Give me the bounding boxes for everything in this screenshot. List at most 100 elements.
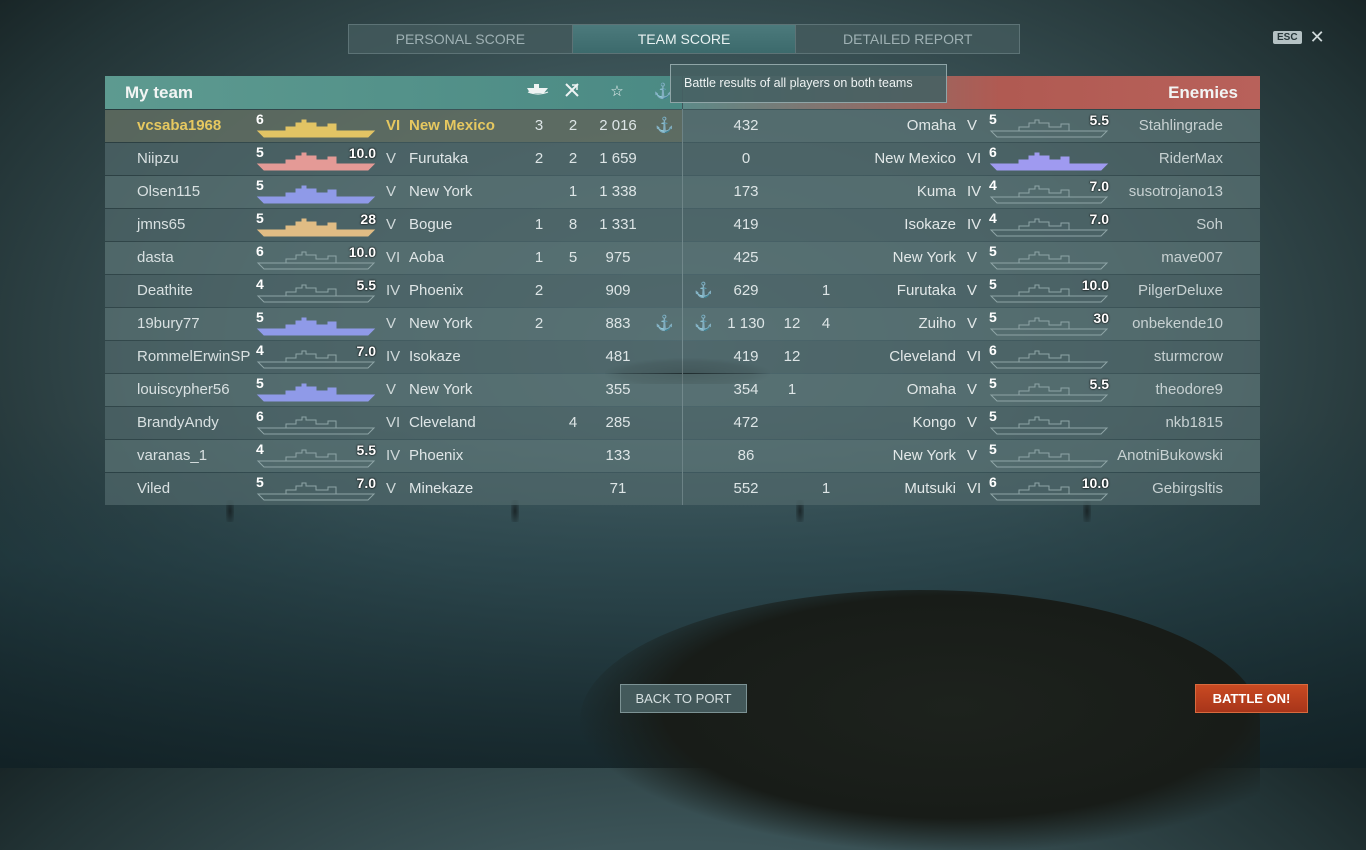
ships-destroyed [806,110,846,142]
ship-silhouette: 5 [256,375,378,404]
player-name[interactable]: PilgerDeluxe [1138,275,1223,307]
ship-power: 28 [360,211,376,227]
ship-tier: V [386,216,397,233]
player-name[interactable]: RommelErwinSP [137,341,250,373]
ship-tier: V [386,381,397,398]
anchor-icon: ⚓ [694,282,713,299]
back-to-port-button[interactable]: BACK TO PORT [620,684,747,713]
ships-destroyed [806,143,846,175]
ship-silhouette: 5 5.5 [989,111,1111,140]
table-row[interactable]: Olsen115 5 V New York 1 1 338 173 Kuma IV 4 7.0 sus… [105,176,1260,208]
ship-tier: V [967,249,978,266]
ship-silhouette: 5 [989,441,1111,470]
player-name[interactable]: Viled [137,473,170,505]
player-name[interactable]: varanas_1 [137,440,207,472]
tab-detailed-report[interactable]: DETAILED REPORT [796,25,1019,53]
ships-destroyed [806,242,846,274]
ship-silhouette: 5 30 [989,309,1111,338]
table-row[interactable]: 19bury77 5 V New York 2 883 ⚓ ⚓ 1 130 12 4 Zuiho V 5 3… [105,308,1260,340]
ship-silhouette: 5 5.5 [989,375,1111,404]
base-xp: 2 016 [599,117,637,134]
table-row[interactable]: jmns65 5 28 V Bogue 1 8 1 331 419 Isokaze IV 4 7.0 So… [105,209,1260,241]
ship-name: New York [409,315,473,332]
player-name[interactable]: Olsen115 [137,176,200,208]
ship-tier: V [967,315,978,332]
ship-tier: IV [967,183,982,200]
ships-destroyed: 1 [821,282,831,299]
base-xp: 355 [605,381,631,398]
table-row[interactable]: varanas_1 4 5.5 IV Phoenix 133 86 New York V 5 Ano… [105,440,1260,472]
player-name[interactable]: onbekende10 [1132,308,1223,340]
player-name[interactable]: vcsaba1968 [137,110,221,142]
ship-tier: IV [967,216,982,233]
ship-silhouette: 4 7.0 [989,210,1111,239]
table-row[interactable]: RommelErwinSP 4 7.0 IV Isokaze 481 419 12 Clevel… [105,341,1260,373]
player-name[interactable]: louiscypher56 [137,374,230,406]
player-name[interactable]: mave007 [1161,242,1223,274]
anchor-icon: ⚓ [694,315,713,332]
base-xp: 1 130 [727,315,765,332]
team-score-tooltip: Battle results of all players on both te… [670,64,947,103]
ship-silhouette: 5 28 [256,210,378,239]
base-xp: 425 [733,249,759,266]
planes-destroyed: 2 [568,150,578,167]
ship-power: 7.0 [1089,211,1109,227]
player-name[interactable]: theodore9 [1155,374,1223,406]
anchor-icon: ⚓ [655,117,674,134]
ship-silhouette: 5 [989,243,1111,272]
anchor-icon: ⚓ [655,315,674,332]
player-name[interactable]: 19bury77 [137,308,200,340]
ship-tier: VI [967,480,982,497]
ship-name: Cleveland [409,414,476,431]
ship-tier: V [967,117,978,134]
player-name[interactable]: susotrojano13 [1129,176,1223,208]
table-row[interactable]: louiscypher56 5 V New York 355 354 1 Omaha V 5 5.5… [105,374,1260,406]
ship-name: Phoenix [409,282,464,299]
planes-destroyed [553,341,593,373]
ship-name: New York [892,249,956,266]
player-name[interactable]: AnotniBukowski [1117,440,1223,472]
ship-silhouette: 5 10.0 [256,144,378,173]
ship-name: Mutsuki [904,480,956,497]
planes-destroyed-icon [560,82,584,102]
table-row[interactable]: Niipzu 5 10.0 V Furutaka 2 2 1 659 0 New Mexico VI… [105,143,1260,175]
player-name[interactable]: BrandyAndy [137,407,219,439]
player-name[interactable]: Gebirgsltis [1152,473,1223,505]
ship-power: 10.0 [348,244,376,260]
player-name[interactable]: RiderMax [1159,143,1223,175]
base-xp: 419 [733,348,759,365]
player-name[interactable]: Soh [1196,209,1223,241]
table-row[interactable]: Viled 5 7.0 V Minekaze 71 552 1 Mutsuki VI 6 10.0 Ge… [105,473,1260,505]
esc-close-control[interactable]: ESC ✕ [1273,28,1325,46]
ship-name: New Mexico [409,117,495,134]
player-name[interactable]: jmns65 [137,209,185,241]
table-row[interactable]: Deathite 4 5.5 IV Phoenix 2 909 ⚓ 629 1 Furutaka V 5… [105,275,1260,307]
esc-key-label: ESC [1273,30,1302,44]
ship-silhouette: 5 [256,309,378,338]
ship-name: Cleveland [889,348,956,365]
ship-tier: V [967,381,978,398]
base-xp: 0 [741,150,751,167]
table-row[interactable]: dasta 6 10.0 VI Aoba 1 5 975 425 New York V 5 mave00… [105,242,1260,274]
player-name[interactable]: Niipzu [137,143,179,175]
player-name[interactable]: Deathite [137,275,193,307]
star-icon: ☆ [610,83,624,100]
player-name[interactable]: nkb1815 [1165,407,1223,439]
ship-name: New Mexico [874,150,956,167]
tab-team-score[interactable]: TEAM SCORE [572,25,797,53]
player-name[interactable]: Stahlingrade [1139,110,1223,142]
table-row[interactable]: BrandyAndy 6 VI Cleveland 4 285 472 Kongo V 5 nkb1… [105,407,1260,439]
battle-on-button[interactable]: BATTLE ON! [1195,684,1308,713]
player-name[interactable]: dasta [137,242,174,274]
my-team-header: My team ☆ ⚓ [105,76,682,109]
ship-power: 10.0 [1081,277,1109,293]
ship-tier: VI [967,348,982,365]
ship-silhouette: 6 [256,408,378,437]
table-row[interactable]: vcsaba1968 6 VI New Mexico 3 2 2 016 ⚓ 432 Omaha V… [105,110,1260,142]
ship-name: Isokaze [904,216,956,233]
ship-silhouette: 6 [989,144,1111,173]
tab-personal-score[interactable]: PERSONAL SCORE [349,25,573,53]
close-icon[interactable]: ✕ [1310,28,1325,46]
player-name[interactable]: sturmcrow [1154,341,1223,373]
base-xp: 1 659 [599,150,637,167]
